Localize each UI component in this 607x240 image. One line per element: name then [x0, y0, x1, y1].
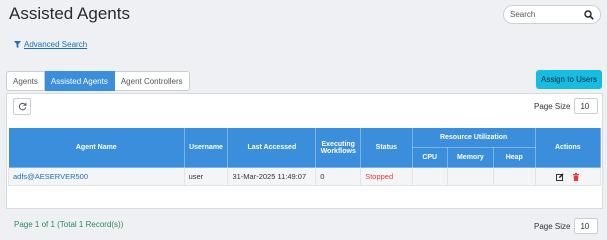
col-executing-workflows[interactable]: Executing Workflows	[315, 127, 362, 168]
col-resource-utilization: Resource Utilization	[411, 127, 536, 148]
agent-name-cell[interactable]: adfs@AESERVER500	[8, 167, 185, 186]
agents-table: Agent Name Username Last Accessed Execut…	[8, 127, 602, 186]
agents-grid-panel: Page Size 10 Agent Name Username Last Ac…	[6, 93, 603, 234]
agent-tabs: Agents Assisted Agents Agent Controllers	[6, 71, 190, 91]
page-size-bottom: Page Size 10	[534, 218, 599, 234]
status-cell: Stopped	[360, 167, 413, 186]
table-row: adfs@AESERVER500 user 31-Mar-2025 11:49:…	[8, 167, 602, 186]
col-last-accessed[interactable]: Last Accessed	[227, 127, 317, 168]
page-size-input-bottom[interactable]: 10	[574, 218, 599, 234]
advanced-search-link[interactable]: Advanced Search	[14, 40, 87, 49]
page-size-input[interactable]: 10	[574, 98, 599, 114]
col-heap[interactable]: Heap	[492, 147, 536, 168]
trash-icon[interactable]	[572, 173, 580, 181]
last-accessed-cell: 31-Mar-2025 11:49:07	[227, 167, 317, 186]
col-cpu[interactable]: CPU	[411, 147, 448, 168]
search-box[interactable]	[503, 5, 601, 24]
heap-cell	[492, 167, 536, 186]
col-status[interactable]: Status	[360, 127, 413, 168]
page-size-label: Page Size	[534, 101, 571, 111]
filter-icon	[14, 41, 21, 48]
col-agent-name[interactable]: Agent Name	[8, 127, 185, 168]
page-size-label-bottom: Page Size	[534, 221, 571, 231]
search-input[interactable]	[510, 10, 588, 19]
refresh-icon	[18, 102, 26, 111]
col-memory[interactable]: Memory	[446, 147, 494, 168]
agent-name-link[interactable]: adfs@AESERVER500	[13, 172, 88, 181]
edit-icon[interactable]	[555, 173, 564, 181]
username-cell: user	[183, 167, 229, 186]
refresh-button[interactable]	[13, 98, 31, 115]
page-title: Assisted Agents	[9, 4, 130, 23]
actions-cell	[534, 167, 602, 186]
tab-agent-controllers[interactable]: Agent Controllers	[114, 71, 190, 91]
advanced-search-label: Advanced Search	[24, 40, 88, 49]
pager-info: Page 1 of 1 (Total 1 Record(s))	[14, 220, 124, 229]
executing-workflows-cell: 0	[315, 167, 362, 186]
col-actions: Actions	[534, 127, 602, 168]
search-icon[interactable]	[584, 10, 594, 20]
cpu-cell	[411, 167, 448, 186]
tab-agents[interactable]: Agents	[6, 71, 45, 91]
assign-to-users-button[interactable]: Assign to Users	[536, 70, 602, 89]
page-size-top: Page Size 10	[534, 98, 599, 114]
col-username[interactable]: Username	[183, 127, 229, 168]
tab-assisted-agents[interactable]: Assisted Agents	[44, 71, 115, 91]
memory-cell	[446, 167, 494, 186]
